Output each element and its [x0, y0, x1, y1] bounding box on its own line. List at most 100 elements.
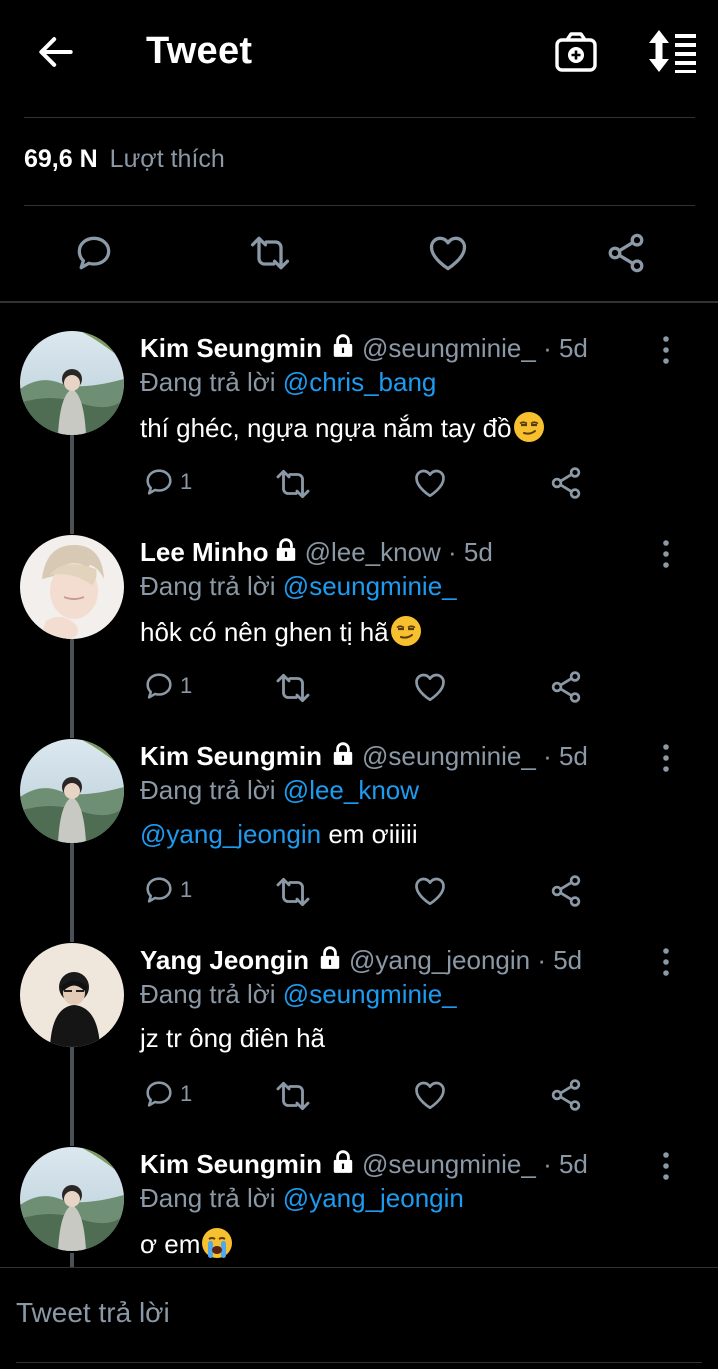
share-button[interactable]: [548, 669, 584, 705]
reply-count: 1: [180, 877, 193, 902]
reply-tweet[interactable]: Yang Jeongin @yang_jeongin · 5d Đang trả …: [0, 943, 718, 1147]
reply-count: 1: [180, 1081, 193, 1106]
reply-text: jz tr ông điên hã: [140, 1023, 326, 1053]
share-icon[interactable]: [604, 231, 648, 275]
tweet-action-bar: [0, 225, 718, 285]
reply-icon: [142, 1077, 176, 1111]
mention-link[interactable]: @yang_jeongin: [283, 1183, 464, 1213]
reply-input[interactable]: Tweet trả lời: [16, 1297, 170, 1329]
author-name[interactable]: Kim Seungmin: [140, 1149, 322, 1179]
avatar[interactable]: [20, 739, 124, 843]
like-button[interactable]: [412, 873, 448, 909]
camera-plus-icon[interactable]: [552, 28, 600, 76]
author-handle: @yang_jeongin · 5d: [349, 945, 583, 975]
mention-link[interactable]: @seungminie_: [283, 571, 457, 601]
retweet-button[interactable]: [274, 669, 312, 705]
avatar[interactable]: [20, 1147, 124, 1251]
reply-button[interactable]: 1: [142, 873, 192, 909]
retweet-icon[interactable]: [248, 231, 292, 275]
like-button[interactable]: [412, 1077, 448, 1113]
retweet-button[interactable]: [274, 465, 312, 501]
author-handle: @lee_know · 5d: [304, 537, 493, 567]
like-button[interactable]: [412, 465, 448, 501]
reply-text: hôk có nên ghen tị hã: [140, 615, 422, 648]
reply-icon: [142, 465, 176, 499]
share-icon: [548, 1077, 584, 1113]
replying-to: Đang trả lời @seungminie_: [140, 979, 457, 1009]
reply-icon[interactable]: [72, 231, 116, 275]
like-icon: [412, 465, 448, 501]
reply-count: 1: [180, 469, 193, 494]
share-icon: [548, 669, 584, 705]
reply-button[interactable]: 1: [142, 1077, 192, 1113]
mention-link[interactable]: @yang_jeongin: [140, 819, 321, 849]
mention-link[interactable]: @lee_know: [283, 775, 419, 805]
more-options-icon[interactable]: [656, 947, 676, 977]
author-handle: @seungminie_ · 5d: [362, 1149, 588, 1179]
likes-count: 69,6 N: [24, 145, 98, 173]
reply-header: Kim Seungmin @seungminie_ · 5d: [140, 1149, 588, 1180]
lock-icon: [330, 333, 356, 359]
reply-icon: [142, 873, 176, 907]
avatar[interactable]: [20, 535, 124, 639]
author-name[interactable]: Kim Seungmin: [140, 741, 322, 771]
smirk-emoji-icon: [390, 615, 422, 647]
divider: [24, 117, 695, 118]
reply-tweet[interactable]: Kim Seungmin @seungminie_ · 5d Đang trả l…: [0, 739, 718, 943]
share-icon: [548, 873, 584, 909]
lock-icon: [330, 741, 356, 767]
more-options-icon[interactable]: [656, 539, 676, 569]
likes-label: Lượt thích: [109, 145, 225, 173]
reply-tweet[interactable]: Kim Seungmin @seungminie_ · 5d Đang trả l…: [0, 331, 718, 535]
replying-to: Đang trả lời @yang_jeongin: [140, 1183, 464, 1213]
reply-text: thí ghéc, ngựa ngựa nắm tay đồ: [140, 411, 545, 444]
top-app-bar: Tweet: [0, 0, 718, 105]
reply-header: Kim Seungmin @seungminie_ · 5d: [140, 741, 588, 772]
like-icon: [412, 873, 448, 909]
reply-text: @yang_jeongin em ơiiiii: [140, 819, 418, 849]
like-icon: [412, 1077, 448, 1113]
mention-link[interactable]: @chris_bang: [283, 367, 437, 397]
share-button[interactable]: [548, 465, 584, 501]
arrow-left-icon[interactable]: [34, 30, 78, 74]
share-button[interactable]: [548, 1077, 584, 1113]
reply-icon: [142, 669, 176, 703]
avatar[interactable]: [20, 943, 124, 1047]
author-name[interactable]: Yang Jeongin: [140, 945, 309, 975]
avatar[interactable]: [20, 331, 124, 435]
author-name[interactable]: Lee Minho: [140, 537, 269, 567]
page-title: Tweet: [146, 30, 253, 72]
reply-button[interactable]: 1: [142, 669, 192, 705]
more-options-icon[interactable]: [656, 1151, 676, 1181]
reply-composer[interactable]: Tweet trả lời: [0, 1267, 718, 1369]
more-options-icon[interactable]: [656, 743, 676, 773]
reply-button[interactable]: 1: [142, 465, 192, 501]
share-button[interactable]: [548, 873, 584, 909]
retweet-button[interactable]: [274, 873, 312, 909]
reply-tweet[interactable]: Kim Seungmin @seungminie_ · 5d Đang trả l…: [0, 1147, 718, 1267]
author-handle: @seungminie_ · 5d: [362, 741, 588, 771]
replying-to: Đang trả lời @chris_bang: [140, 367, 437, 397]
retweet-button[interactable]: [274, 1077, 312, 1113]
like-icon[interactable]: [426, 231, 470, 275]
divider: [24, 205, 695, 206]
more-options-icon[interactable]: [656, 335, 676, 365]
share-icon: [548, 465, 584, 501]
reply-header: Kim Seungmin @seungminie_ · 5d: [140, 333, 588, 364]
retweet-icon: [274, 873, 312, 911]
author-handle: @seungminie_ · 5d: [362, 333, 588, 363]
likes-stat[interactable]: 69,6 N Lượt thích: [24, 145, 225, 174]
sort-list-icon[interactable]: [645, 28, 697, 74]
like-button[interactable]: [412, 669, 448, 705]
input-underline: [16, 1362, 702, 1363]
retweet-icon: [274, 1077, 312, 1115]
divider: [0, 301, 718, 303]
like-icon: [412, 669, 448, 705]
reply-tweet[interactable]: Lee Minho @lee_know · 5d Đang trả lời @se…: [0, 535, 718, 739]
mention-link[interactable]: @seungminie_: [283, 979, 457, 1009]
author-name[interactable]: Kim Seungmin: [140, 333, 322, 363]
reply-count: 1: [180, 673, 193, 698]
thread-line: [70, 1253, 74, 1267]
reply-header: Lee Minho @lee_know · 5d: [140, 537, 493, 568]
reply-header: Yang Jeongin @yang_jeongin · 5d: [140, 945, 582, 976]
